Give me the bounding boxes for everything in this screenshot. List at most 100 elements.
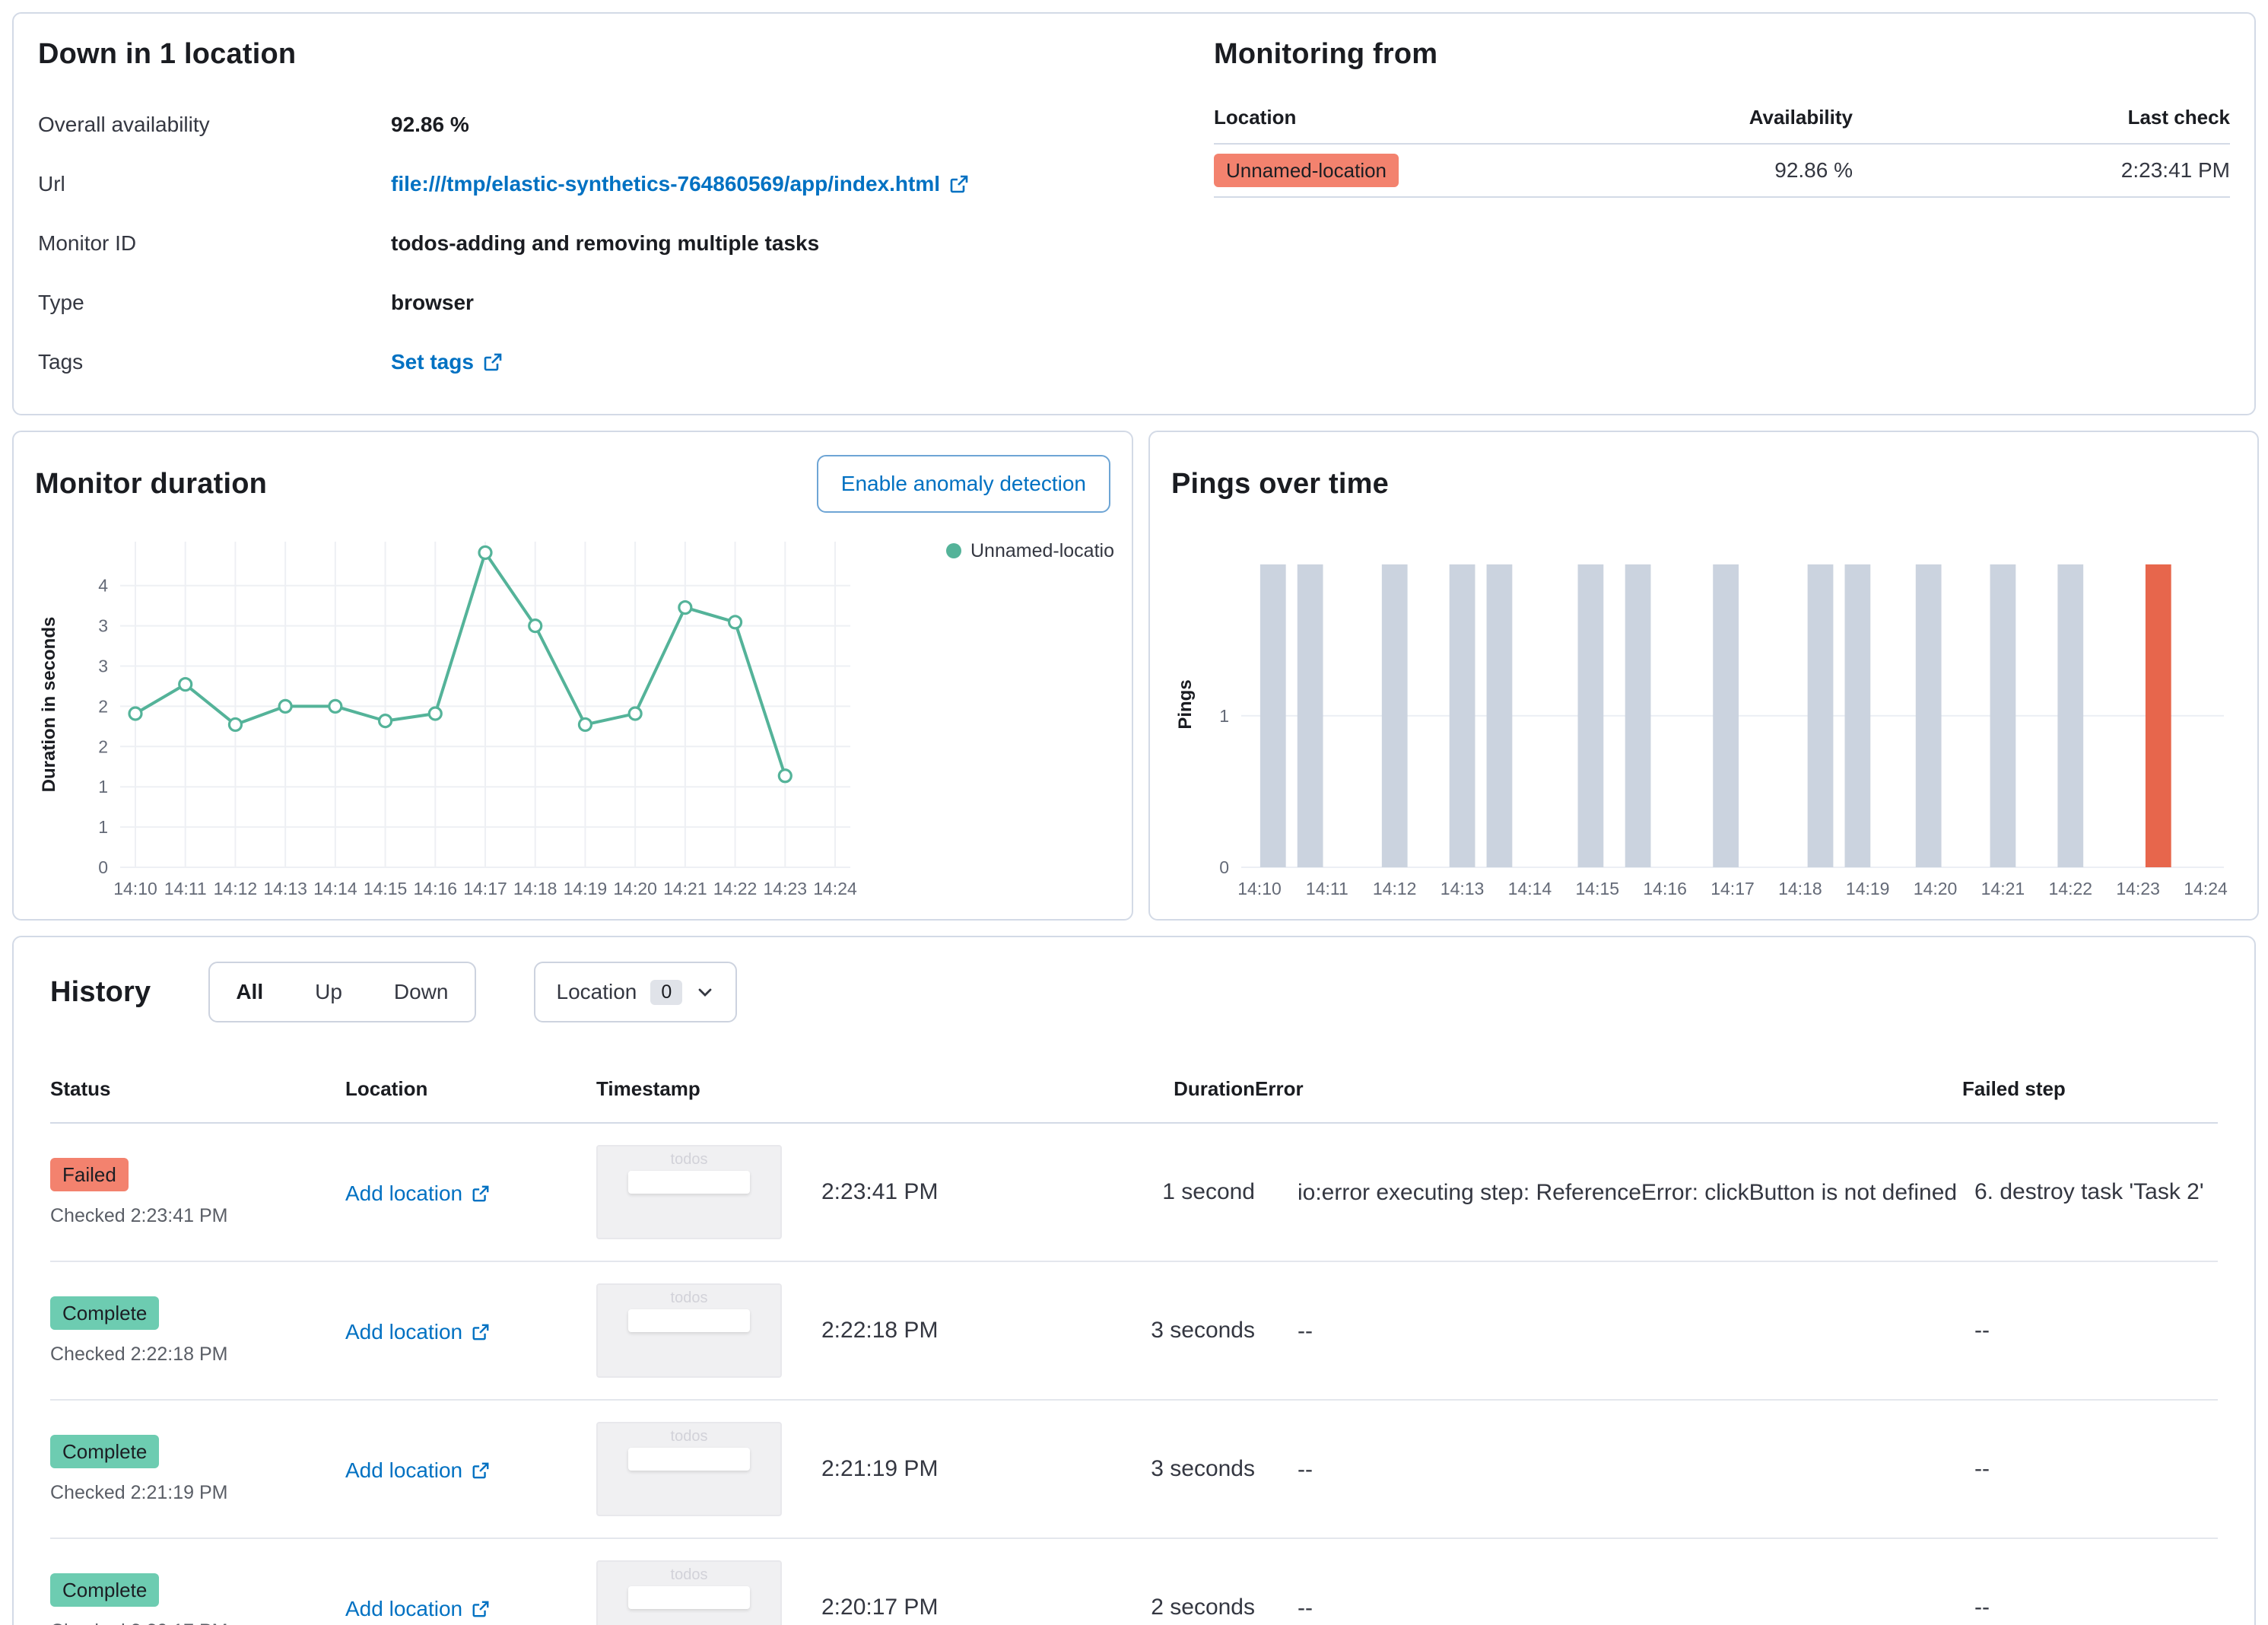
history-row: Complete Checked 2:20:17 PM Add location… (50, 1539, 2218, 1625)
svg-text:Duration in seconds: Duration in seconds (39, 617, 59, 793)
column-header-timestamp: Timestamp (596, 1077, 700, 1100)
add-location-link[interactable]: Add location (345, 1320, 490, 1344)
filter-up-button[interactable]: Up (289, 963, 368, 1021)
ping-timestamp: 2:22:18 PM (821, 1318, 939, 1343)
pings-over-time-panel: Pings over time 0 1 14:10 14:11 14:12 14:13 14… (1148, 431, 2259, 921)
monitor-duration-chart: 14:10 14:11 14:12 14:13 14:14 14:15 14:16 14:17… (39, 540, 1125, 898)
column-header-status: Status (50, 1077, 111, 1100)
status-field-row: Tags Set tags (38, 332, 1214, 392)
svg-text:14:21: 14:21 (663, 879, 707, 898)
monitor-url-link[interactable]: file:///tmp/elastic-synthetics-764860569… (391, 172, 969, 196)
column-header-duration: Duration (1174, 1077, 1255, 1100)
screenshot-thumbnail[interactable]: todos (596, 1145, 782, 1239)
svg-text:14:12: 14:12 (214, 879, 258, 898)
duration-cell: 1 second (1162, 1179, 1255, 1204)
filter-down-button[interactable]: Down (368, 963, 475, 1021)
monitor-id-value: todos-adding and removing multiple tasks (391, 231, 820, 255)
thumbnail-app-title: todos (670, 1151, 708, 1168)
failed-step-cell: -- (1974, 1456, 1990, 1481)
external-link-icon (472, 1185, 489, 1201)
error-cell: -- (1298, 1595, 1313, 1620)
thumbnail-app-title: todos (670, 1290, 708, 1306)
svg-text:14:16: 14:16 (1643, 879, 1687, 898)
status-badge: Failed (50, 1157, 129, 1191)
svg-text:14:13: 14:13 (263, 879, 307, 898)
screenshot-thumbnail[interactable]: todos (596, 1422, 782, 1516)
svg-text:14:14: 14:14 (1508, 879, 1552, 898)
svg-text:Pings: Pings (1175, 679, 1196, 729)
thumbnail-content (628, 1448, 750, 1471)
svg-text:14:20: 14:20 (1914, 879, 1958, 898)
add-location-link[interactable]: Add location (345, 1597, 490, 1621)
svg-text:1: 1 (1219, 706, 1229, 726)
duration-cell: 3 seconds (1151, 1456, 1255, 1481)
monitor-duration-panel: Monitor duration Enable anomaly detectio… (12, 431, 1133, 921)
external-link-icon (472, 1601, 489, 1617)
history-row: Complete Checked 2:21:19 PM Add location… (50, 1401, 2218, 1539)
screenshot-thumbnail[interactable]: todos (596, 1283, 782, 1378)
failed-step-cell: -- (1974, 1318, 1990, 1343)
status-badge: Complete (50, 1434, 160, 1468)
ping-timestamp: 2:23:41 PM (821, 1179, 939, 1204)
checked-timestamp: Checked 2:22:18 PM (50, 1343, 228, 1365)
svg-text:3: 3 (98, 657, 108, 676)
svg-text:14:19: 14:19 (1846, 879, 1890, 898)
status-filter-group: All Up Down (208, 962, 476, 1022)
svg-text:2: 2 (98, 696, 108, 716)
failed-step-cell: -- (1974, 1595, 1990, 1620)
monitor-type-value: browser (391, 291, 474, 314)
history-title: History (50, 975, 151, 1008)
field-label-type: Type (38, 291, 84, 314)
column-header-location: Location (1214, 92, 1549, 145)
screenshot-thumbnail[interactable]: todos (596, 1560, 782, 1625)
field-label-monitor-id: Monitor ID (38, 231, 137, 255)
set-tags-link[interactable]: Set tags (391, 350, 503, 374)
pings-over-time-title: Pings over time (1171, 467, 1389, 500)
svg-text:1: 1 (98, 817, 108, 837)
svg-text:Unnamed-location: Unnamed-location (970, 540, 1113, 561)
svg-text:14:12: 14:12 (1373, 879, 1417, 898)
status-overview-panel: Down in 1 location Overall availability … (12, 12, 2256, 415)
field-label-url: Url (38, 172, 65, 196)
svg-text:2: 2 (98, 736, 108, 756)
external-link-icon (472, 1324, 489, 1340)
checked-timestamp: Checked 2:23:41 PM (50, 1204, 228, 1226)
svg-text:14:21: 14:21 (1981, 879, 2025, 898)
status-badge: Complete (50, 1573, 160, 1607)
ping-timestamp: 2:20:17 PM (821, 1595, 939, 1620)
external-link-icon (950, 175, 968, 193)
svg-text:14:11: 14:11 (164, 879, 207, 898)
svg-text:14:23: 14:23 (764, 879, 808, 898)
location-count-badge: 0 (650, 979, 683, 1005)
ping-timestamp: 2:21:19 PM (821, 1456, 939, 1481)
chevron-down-icon (698, 988, 712, 997)
location-filter-button[interactable]: Location 0 (533, 962, 738, 1022)
field-label-availability: Overall availability (38, 113, 210, 136)
last-check-value: 2:23:41 PM (1853, 144, 2230, 198)
thumbnail-content (628, 1171, 750, 1194)
overall-availability-value: 92.86 % (391, 113, 469, 136)
status-title: Down in 1 location (38, 38, 297, 70)
add-location-label: Add location (345, 1319, 463, 1344)
column-header-last-check: Last check (1853, 92, 2230, 145)
filter-all-button[interactable]: All (210, 963, 289, 1021)
uptime-monitor-page: Down in 1 location Overall availability … (0, 0, 2268, 1625)
svg-text:3: 3 (98, 616, 108, 636)
svg-text:14:16: 14:16 (414, 879, 458, 898)
add-location-link[interactable]: Add location (345, 1181, 490, 1206)
status-field-row: Url file:///tmp/elastic-synthetics-76486… (38, 154, 1214, 214)
checked-timestamp: Checked 2:20:17 PM (50, 1620, 345, 1625)
thumbnail-content (628, 1586, 750, 1609)
svg-text:14:24: 14:24 (813, 879, 857, 898)
monitoring-from-table: Location Availability Last check Unnamed… (1214, 92, 2230, 198)
svg-text:14:23: 14:23 (2116, 879, 2160, 898)
svg-text:14:10: 14:10 (1237, 879, 1282, 898)
column-header-availability: Availability (1549, 92, 1853, 145)
location-filter-label: Location (556, 980, 637, 1003)
add-location-link[interactable]: Add location (345, 1458, 490, 1483)
svg-text:4: 4 (98, 576, 108, 596)
svg-text:0: 0 (1219, 857, 1229, 877)
thumbnail-app-title: todos (670, 1566, 708, 1583)
status-badge: Complete (50, 1296, 160, 1330)
enable-anomaly-detection-button[interactable]: Enable anomaly detection (816, 455, 1110, 513)
